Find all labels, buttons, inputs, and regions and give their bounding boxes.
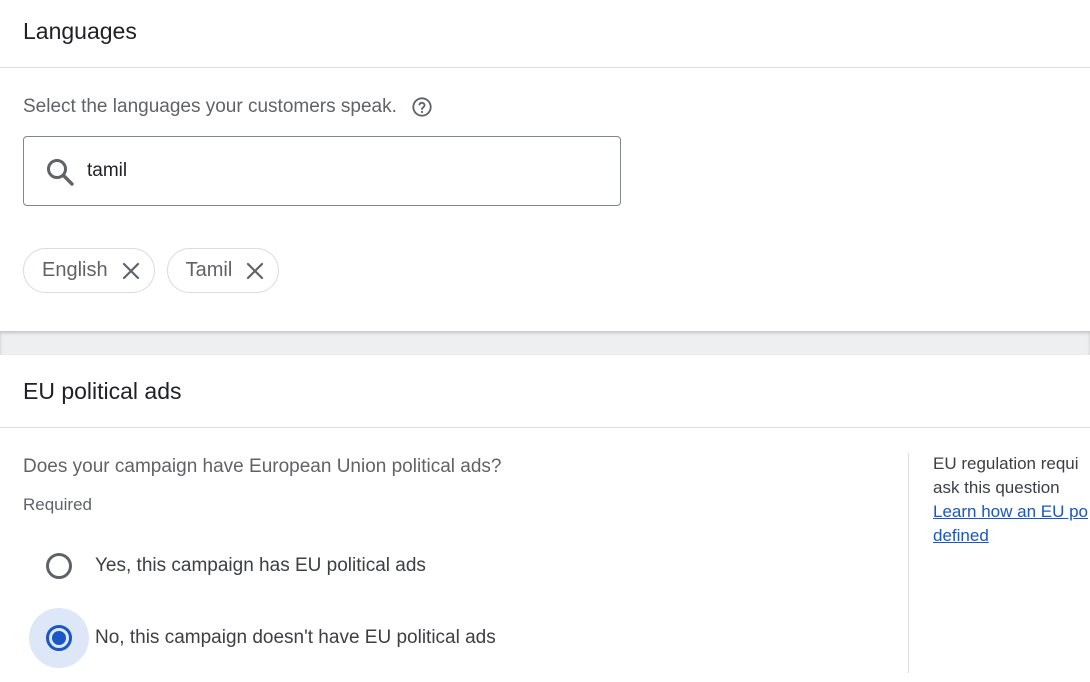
side-panel-divider [908, 453, 909, 673]
radio-button-yes[interactable] [46, 553, 72, 579]
radio-option-no-label[interactable]: No, this campaign doesn't have EU politi… [95, 627, 496, 649]
eu-political-ads-title: EU political ads [23, 378, 182, 404]
languages-prompt-row: Select the languages your customers spea… [23, 95, 433, 119]
campaign-settings-page: Languages Select the languages your cust… [0, 0, 1090, 682]
radio-option-yes-label[interactable]: Yes, this campaign has EU political ads [95, 555, 426, 577]
languages-section-body: Select the languages your customers spea… [0, 68, 1090, 330]
languages-title: Languages [23, 18, 137, 44]
eu-regulation-side-panel: EU regulation requi ask this question Le… [933, 452, 1090, 548]
eu-political-ads-question: Does your campaign have European Union p… [23, 456, 502, 477]
languages-prompt: Select the languages your customers spea… [23, 96, 397, 117]
language-chip-english: English [23, 248, 155, 293]
side-panel-text-line1: EU regulation requi [933, 454, 1079, 473]
radio-button-no[interactable] [46, 625, 72, 651]
radio-halo [29, 536, 89, 596]
section-divider [0, 331, 1090, 355]
learn-more-link-line1[interactable]: Learn how an EU po [933, 500, 1090, 524]
chip-label: Tamil [185, 259, 233, 281]
radio-halo-selected [29, 608, 89, 668]
language-search-box[interactable] [23, 136, 621, 206]
language-search-input[interactable] [87, 137, 587, 205]
search-icon [45, 157, 75, 187]
selected-languages-chips: English Tamil [23, 248, 280, 293]
languages-section-header: Languages [0, 0, 1090, 68]
radio-selected-dot [52, 631, 66, 645]
help-circle-icon[interactable] [411, 96, 433, 118]
eu-political-ads-section-header: EU political ads [0, 355, 1090, 428]
language-chip-tamil: Tamil [166, 248, 280, 293]
required-label: Required [23, 495, 92, 514]
learn-more-link-line2[interactable]: defined [933, 524, 1090, 548]
close-icon[interactable] [246, 262, 264, 280]
radio-option-yes[interactable]: Yes, this campaign has EU political ads [29, 536, 426, 596]
eu-political-ads-section-body: Does your campaign have European Union p… [0, 428, 1090, 682]
close-icon[interactable] [122, 262, 140, 280]
side-panel-text-line2: ask this question [933, 478, 1060, 497]
radio-option-no[interactable]: No, this campaign doesn't have EU politi… [29, 608, 496, 668]
chip-label: English [42, 259, 108, 281]
